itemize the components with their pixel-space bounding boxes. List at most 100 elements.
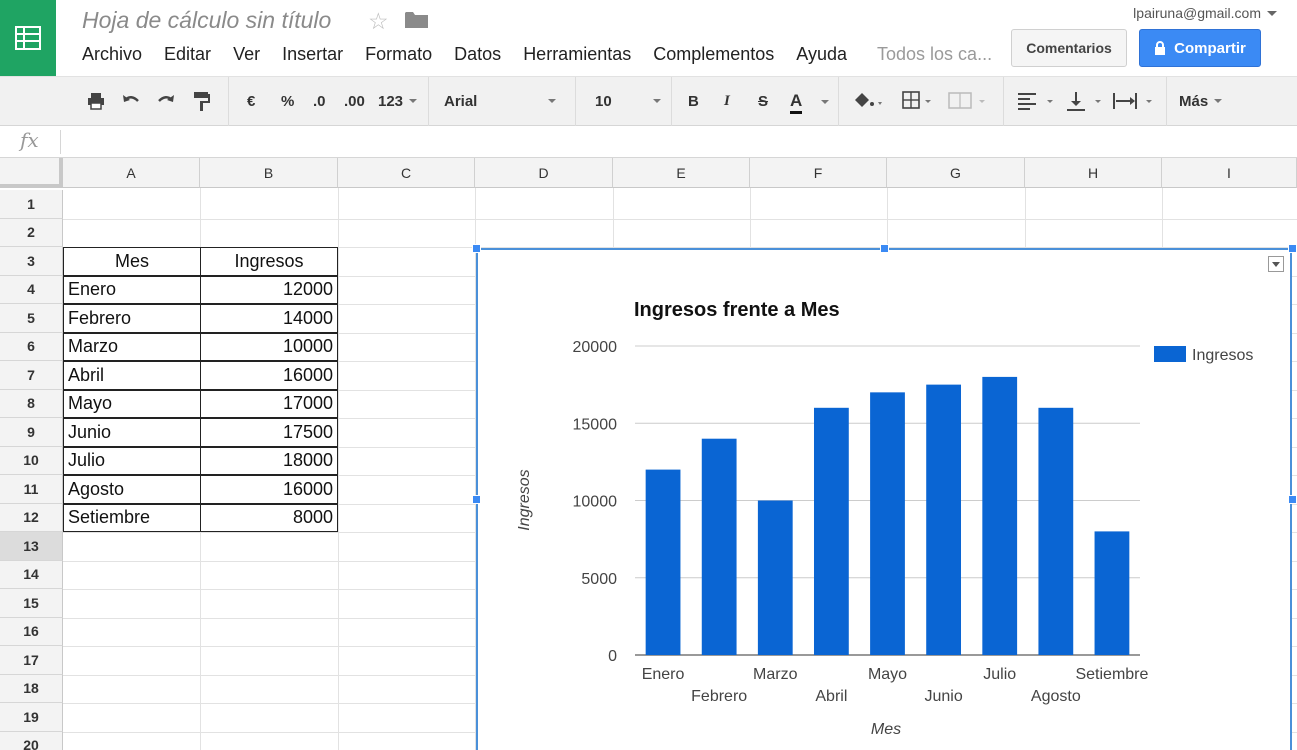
row-header[interactable]: 10 — [0, 446, 63, 475]
row-header[interactable]: 17 — [0, 646, 63, 675]
fill-color-icon[interactable] — [851, 90, 885, 112]
column-header-b[interactable]: B — [200, 158, 338, 188]
text-color-button[interactable]: A — [790, 90, 803, 114]
chevron-down-icon[interactable] — [821, 100, 829, 104]
print-icon[interactable] — [86, 90, 106, 112]
row-header[interactable]: 7 — [0, 361, 63, 390]
column-header-g[interactable]: G — [887, 158, 1025, 188]
resize-handle[interactable] — [1288, 495, 1297, 504]
row-header[interactable]: 4 — [0, 275, 63, 304]
row-header[interactable]: 5 — [0, 304, 63, 333]
resize-handle[interactable] — [472, 495, 481, 504]
table-cell-ingresos[interactable]: 16000 — [200, 475, 338, 504]
menu-editar[interactable]: Editar — [164, 44, 211, 66]
table-cell-mes[interactable]: Julio — [63, 446, 201, 475]
row-header[interactable]: 6 — [0, 332, 63, 361]
column-header-a[interactable]: A — [63, 158, 200, 188]
table-cell-mes[interactable]: Mayo — [63, 389, 201, 418]
table-cell-ingresos[interactable]: 10000 — [200, 332, 338, 361]
table-cell-ingresos[interactable]: 18000 — [200, 446, 338, 475]
table-cell-ingresos[interactable]: 8000 — [200, 503, 338, 532]
last-edit-hint[interactable]: Todos los ca... — [877, 44, 992, 66]
table-cell-mes[interactable]: Febrero — [63, 304, 201, 333]
row-header[interactable]: 2 — [0, 218, 63, 247]
y-tick-label: 20000 — [573, 339, 618, 356]
menu-archivo[interactable]: Archivo — [82, 44, 142, 66]
share-button[interactable]: Compartir — [1139, 29, 1261, 67]
font-size-dropdown[interactable]: 10 — [595, 90, 661, 112]
account-caret-icon[interactable] — [1267, 11, 1277, 16]
column-header-d[interactable]: D — [475, 158, 613, 188]
more-button[interactable]: Más — [1179, 90, 1223, 112]
column-header-c[interactable]: C — [338, 158, 475, 188]
comments-button[interactable]: Comentarios — [1011, 29, 1127, 67]
borders-icon[interactable] — [901, 90, 935, 112]
redo-icon[interactable] — [156, 90, 176, 112]
resize-handle[interactable] — [880, 244, 889, 253]
star-icon[interactable]: ☆ — [368, 8, 389, 35]
table-cell-ingresos[interactable]: 16000 — [200, 361, 338, 390]
row-header[interactable]: 3 — [0, 247, 63, 276]
toolbar-divider — [428, 77, 429, 126]
table-cell-ingresos[interactable]: 17500 — [200, 418, 338, 447]
column-header-f[interactable]: F — [750, 158, 887, 188]
decrease-decimals-button[interactable]: .0 — [313, 90, 326, 112]
table-cell-mes[interactable]: Junio — [63, 418, 201, 447]
menu-ayuda[interactable]: Ayuda — [796, 44, 847, 66]
row-header[interactable]: 15 — [0, 589, 63, 618]
percent-format-button[interactable]: % — [281, 90, 294, 112]
column-header-i[interactable]: I — [1162, 158, 1297, 188]
column-header-e[interactable]: E — [613, 158, 750, 188]
table-header-ingresos[interactable]: Ingresos — [200, 247, 338, 276]
row-header[interactable]: 9 — [0, 418, 63, 447]
row-header[interactable]: 12 — [0, 503, 63, 532]
folder-icon[interactable] — [405, 11, 428, 29]
row-header[interactable]: 11 — [0, 475, 63, 504]
table-cell-mes[interactable]: Setiembre — [63, 503, 201, 532]
resize-handle[interactable] — [1288, 244, 1297, 253]
italic-button[interactable]: I — [724, 90, 730, 112]
resize-handle[interactable] — [472, 244, 481, 253]
menu-datos[interactable]: Datos — [454, 44, 501, 66]
table-cell-mes[interactable]: Enero — [63, 275, 201, 304]
bold-button[interactable]: B — [688, 90, 699, 112]
menu-complementos[interactable]: Complementos — [653, 44, 774, 66]
menu-ver[interactable]: Ver — [233, 44, 260, 66]
table-header-mes[interactable]: Mes — [63, 247, 201, 276]
account-email[interactable]: lpairuna@gmail.com — [1133, 5, 1261, 21]
sheets-logo-icon[interactable] — [0, 0, 56, 76]
row-header[interactable]: 19 — [0, 703, 63, 732]
row-header[interactable]: 1 — [0, 190, 63, 219]
row-header[interactable]: 13 — [0, 532, 63, 561]
menu-formato[interactable]: Formato — [365, 44, 432, 66]
font-family-dropdown[interactable]: Arial — [444, 90, 556, 112]
spreadsheet-grid[interactable]: A B C D E F G H I 1 2 3 4 5 6 7 8 9 10 11 12 13 14 15 1… — [0, 158, 1297, 750]
table-cell-ingresos[interactable]: 17000 — [200, 389, 338, 418]
menu-insertar[interactable]: Insertar — [282, 44, 343, 66]
row-header[interactable]: 8 — [0, 389, 63, 418]
text-wrapping-icon[interactable] — [1112, 90, 1158, 112]
embedded-chart[interactable]: Ingresos frente a Mes 0 5000 10000 15000 2000… — [476, 248, 1292, 750]
document-title[interactable]: Hoja de cálculo sin título — [82, 7, 331, 34]
increase-decimals-button[interactable]: .00 — [344, 90, 365, 112]
merge-cells-icon[interactable] — [947, 90, 987, 112]
table-cell-mes[interactable]: Abril — [63, 361, 201, 390]
menu-herramientas[interactable]: Herramientas — [523, 44, 631, 66]
table-cell-mes[interactable]: Agosto — [63, 475, 201, 504]
strikethrough-button[interactable]: S — [758, 90, 768, 112]
table-cell-mes[interactable]: Marzo — [63, 332, 201, 361]
horizontal-align-icon[interactable] — [1016, 90, 1060, 112]
undo-icon[interactable] — [121, 90, 141, 112]
column-header-h[interactable]: H — [1025, 158, 1162, 188]
number-format-dropdown[interactable]: 123 — [378, 90, 418, 112]
row-header[interactable]: 18 — [0, 674, 63, 703]
row-header[interactable]: 14 — [0, 560, 63, 589]
table-cell-ingresos[interactable]: 14000 — [200, 304, 338, 333]
select-all-corner[interactable] — [0, 158, 63, 188]
row-header[interactable]: 16 — [0, 617, 63, 646]
vertical-align-icon[interactable] — [1064, 90, 1108, 112]
row-header[interactable]: 20 — [0, 731, 63, 750]
currency-format-button[interactable]: € — [247, 90, 255, 112]
paint-format-icon[interactable] — [192, 90, 212, 112]
table-cell-ingresos[interactable]: 12000 — [200, 275, 338, 304]
